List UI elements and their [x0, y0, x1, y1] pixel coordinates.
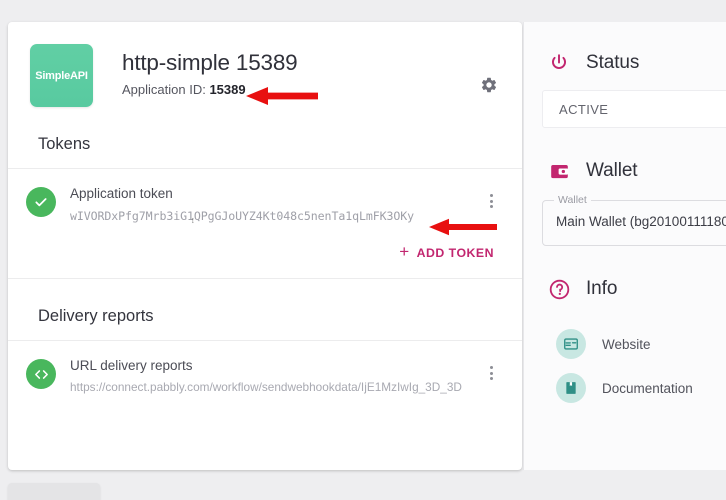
delivery-report-row[interactable]: URL delivery reports https://connect.pab… [8, 341, 522, 406]
token-row-body: Application token wIVORDxPfg7Mrb3iG1QPgG… [70, 185, 504, 223]
info-item-documentation-label: Documentation [602, 380, 693, 396]
info-links-list: Website Documentation [524, 322, 726, 410]
wallet-field-value: Main Wallet (bg2010011118020 [556, 214, 726, 229]
token-row-menu-button[interactable] [482, 191, 500, 211]
delivery-title: URL delivery reports [70, 358, 193, 374]
delivery-url[interactable]: https://connect.pabbly.com/workflow/send… [70, 380, 504, 394]
kebab-menu-icon [489, 366, 493, 370]
plus-icon: + [399, 242, 410, 262]
info-item-website-label: Website [602, 336, 651, 352]
delivery-reports-section-title: Delivery reports [38, 307, 154, 326]
info-item-website[interactable]: Website [524, 322, 726, 366]
info-section-title: Info [586, 278, 618, 299]
kebab-menu-icon [489, 194, 493, 197]
website-icon [564, 338, 578, 350]
application-logo-label: SimpleAPI [35, 69, 88, 82]
application-title-block: http-simple 15389 Application ID: 15389 [122, 44, 502, 97]
status-section-title: Status [586, 52, 640, 73]
delivery-top-divider [8, 278, 522, 280]
wallet-field-label: Wallet [554, 194, 591, 206]
info-section-header: Info [524, 276, 726, 302]
application-id-value: 15389 [209, 81, 246, 97]
application-id-label: Application ID: [122, 81, 206, 97]
power-icon-wrap [546, 50, 572, 76]
wallet-select[interactable]: Wallet Main Wallet (bg2010011118020 [542, 194, 726, 246]
wallet-section-header: Wallet [524, 158, 726, 184]
status-value: ACTIVE [559, 101, 609, 117]
website-icon-wrap [556, 329, 586, 359]
page-root: SimpleAPI http-simple 15389 Application … [0, 0, 726, 500]
wallet-section-title: Wallet [586, 160, 638, 181]
token-value[interactable]: wIVORDxPfg7Mrb3iG1QPgGJoUYZ4Kt048c5nenTa… [70, 209, 504, 223]
wallet-icon-wrap [546, 158, 572, 184]
check-circle-icon [35, 198, 47, 207]
delivery-icon-wrap [26, 359, 56, 390]
tokens-section-title: Tokens [38, 135, 91, 153]
power-icon [552, 54, 566, 70]
add-token-button-label: ADD TOKEN [416, 245, 494, 260]
question-circle-icon-wrap [546, 276, 572, 302]
delivery-row-body: URL delivery reports https://connect.pab… [70, 357, 504, 394]
status-section-header: Status [524, 50, 726, 76]
question-circle-icon [549, 279, 569, 299]
application-id-line: Application ID: 15389 [122, 82, 502, 97]
application-logo: SimpleAPI [30, 44, 93, 107]
add-token-button[interactable]: + ADD TOKEN [393, 239, 500, 266]
back-button[interactable]: ← BACK [8, 483, 100, 500]
wallet-icon [550, 164, 568, 178]
token-title: Application token [70, 186, 173, 201]
delivery-row-menu-button[interactable] [482, 363, 500, 383]
token-row[interactable]: Application token wIVORDxPfg7Mrb3iG1QPgG… [8, 169, 522, 235]
settings-button[interactable] [478, 74, 500, 96]
detail-sidebar: Status ACTIVE Wallet Wallet Main Wallet … [523, 22, 726, 470]
application-header: SimpleAPI http-simple 15389 Application … [8, 22, 522, 107]
documentation-icon-wrap [556, 373, 586, 403]
status-value-box[interactable]: ACTIVE [542, 90, 726, 128]
documentation-icon [566, 382, 576, 394]
info-item-documentation[interactable]: Documentation [524, 366, 726, 410]
application-detail-card: SimpleAPI http-simple 15389 Application … [8, 22, 522, 470]
add-token-bar: + ADD TOKEN [8, 235, 522, 278]
code-brackets-icon [34, 369, 48, 379]
token-status-icon-wrap [26, 187, 56, 217]
gear-icon [481, 77, 497, 93]
page-title: http-simple 15389 [122, 50, 298, 75]
